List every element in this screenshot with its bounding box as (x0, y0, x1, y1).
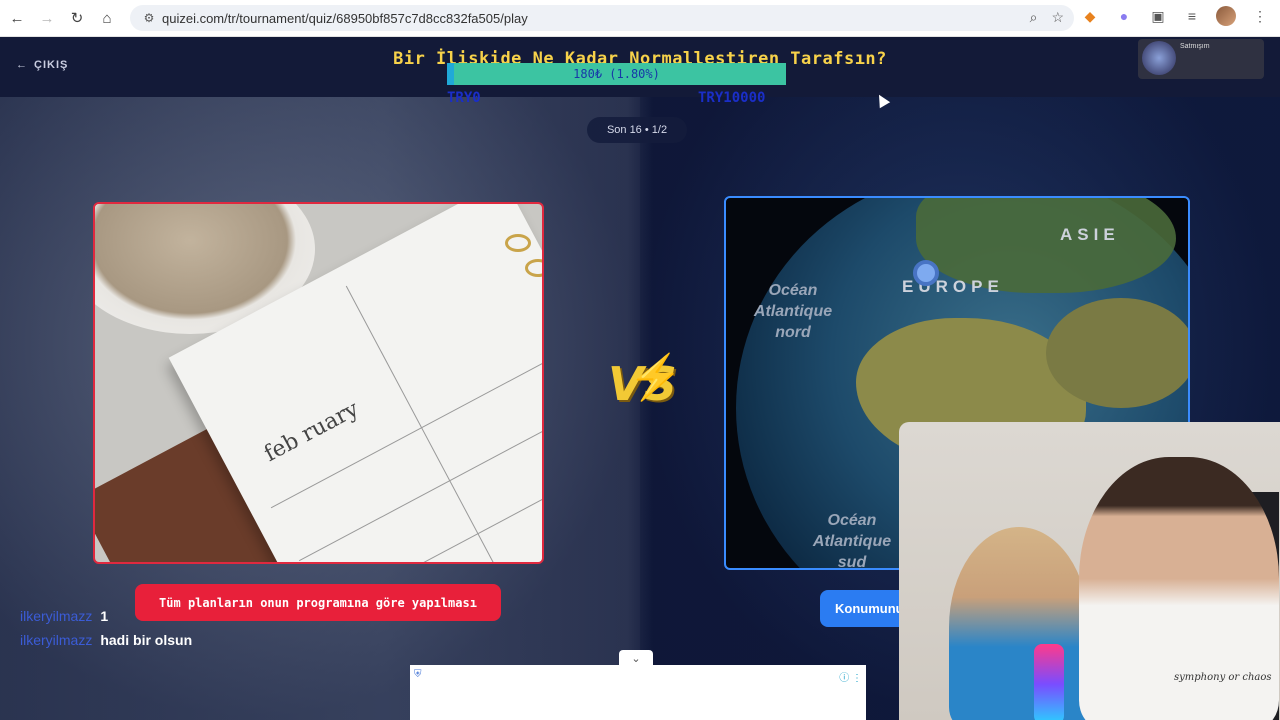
goal-start: TRY0 (447, 90, 481, 106)
quiz-topbar: ← ÇIKIŞ Bir İlişkide Ne Kadar Normalleşt… (0, 37, 1280, 106)
map-label-asia: ASIE (1060, 225, 1120, 244)
streamer-person-left (949, 527, 1089, 720)
chat-overlay: ilkeryilmazz 1 ilkeryilmazz hadi bir ols… (20, 604, 192, 652)
map-label-atlantic-north: Océan Atlantique nord (753, 282, 833, 341)
home-icon[interactable]: ⌂ (94, 5, 120, 31)
chat-message: ilkeryilmazz hadi bir olsun (20, 628, 192, 652)
map-label-atlantic-south: Océan Atlantique sud (812, 512, 892, 570)
reload-icon[interactable]: ↻ (64, 5, 90, 31)
chat-username: ilkeryilmazz (20, 608, 93, 624)
metamask-extension-icon[interactable]: ◆ (1080, 6, 1100, 26)
chat-text: hadi bir olsun (100, 632, 193, 648)
goal-end: TRY10000 (698, 90, 766, 106)
menu-kebab-icon[interactable]: ⋮ (1250, 6, 1270, 26)
progress-text: 180₺ (1.80%) (573, 67, 660, 81)
donation-progress-bar: 180₺ (1.80%) (447, 63, 786, 85)
webcam-overlay: symphony or chaos (899, 422, 1280, 720)
mini-media-player[interactable]: Satmışım (1138, 39, 1264, 79)
quiz-page: ← ÇIKIŞ Bir İlişkide Ne Kadar Normalleşt… (0, 37, 1280, 720)
profile-avatar[interactable] (1216, 6, 1236, 26)
planner-title: feb ruary (260, 396, 363, 468)
ad-shield-icon: ⛨ (414, 669, 422, 680)
ad-banner[interactable]: ⛨ ⓘ ⋮ (410, 665, 866, 720)
extensions-puzzle-icon[interactable]: ▣ (1148, 6, 1168, 26)
url-text[interactable]: quizei.com/tr/tournament/quiz/68950bf857… (162, 11, 528, 26)
shirt-text: symphony or chaos (1174, 672, 1272, 683)
chat-username: ilkeryilmazz (20, 632, 93, 648)
forward-icon[interactable]: → (34, 5, 60, 31)
site-settings-icon[interactable]: ⚙ (136, 11, 162, 25)
round-indicator: Son 16 • 1/2 (587, 117, 687, 143)
lightning-bolt-icon: ⚡ (628, 353, 683, 402)
mini-player-name: Satmışım (1180, 43, 1210, 50)
left-option-card[interactable]: feb ruary (93, 202, 544, 564)
chat-text: 1 (100, 608, 109, 624)
back-icon[interactable]: ← (4, 5, 30, 31)
mini-player-thumbnail (1142, 41, 1176, 75)
planner-rule (327, 453, 542, 562)
ad-info-icon[interactable]: ⓘ ⋮ (839, 669, 862, 684)
zoom-icon[interactable]: ⌕ (1030, 9, 1038, 26)
browser-toolbar: ← → ↻ ⌂ ⚙ quizei.com/tr/tournament/quiz/… (0, 0, 1280, 37)
bookmark-star-icon[interactable]: ☆ (1051, 9, 1064, 26)
location-pin-icon (913, 260, 939, 286)
address-bar[interactable]: ⚙ quizei.com/tr/tournament/quiz/68950bf8… (130, 5, 1074, 31)
binder-ring (525, 259, 542, 277)
media-controls-icon[interactable]: ≡ (1182, 6, 1202, 26)
extension-icon[interactable]: ● (1114, 6, 1134, 26)
binder-ring (505, 234, 531, 252)
chat-message: ilkeryilmazz 1 (20, 604, 192, 628)
middle-east-landmass (1046, 298, 1188, 408)
rgb-microphone-light (1034, 644, 1064, 720)
